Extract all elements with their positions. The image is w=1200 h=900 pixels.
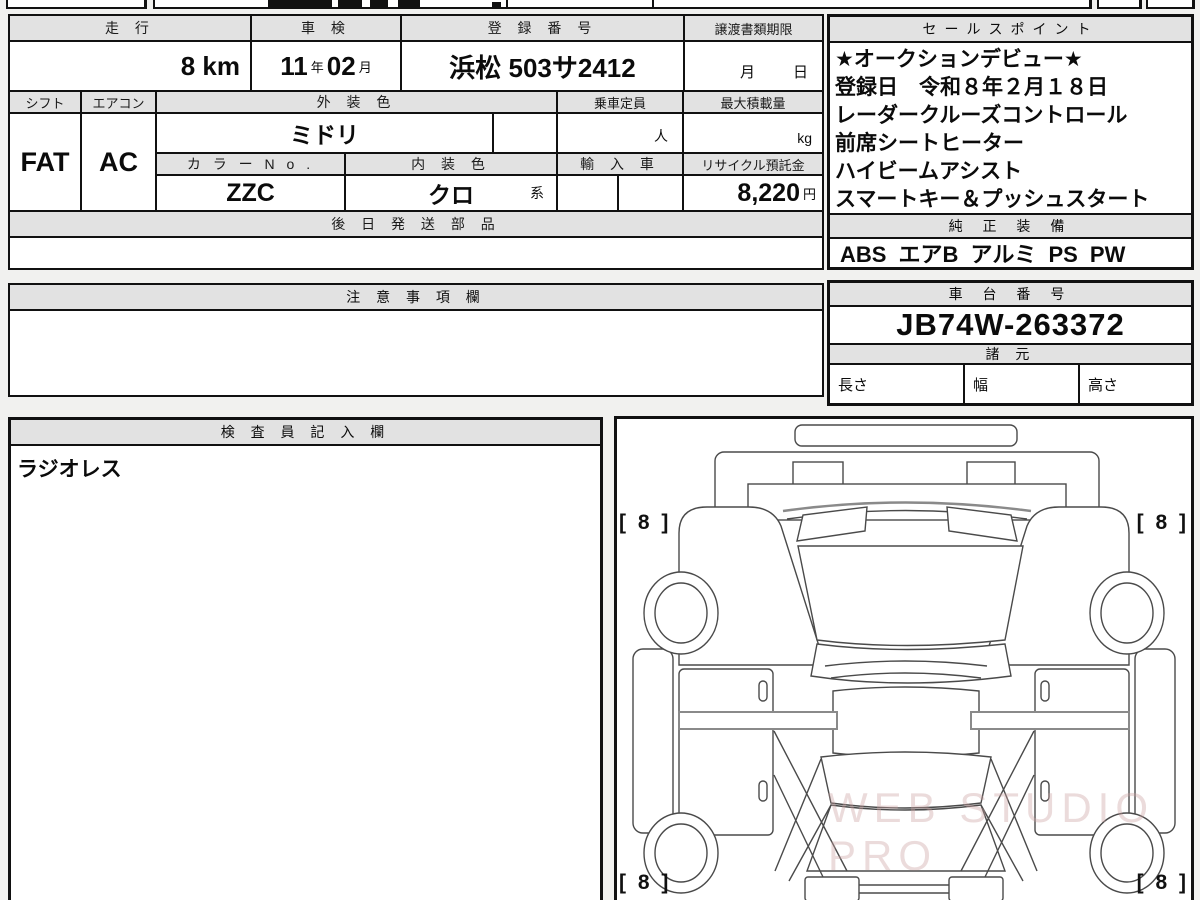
chassis-box: 車 台 番 号 JB74W-263372 諸 元 長さ 幅 高さ (827, 280, 1194, 406)
transfer-docs-header: 譲渡書類期限 (683, 14, 824, 42)
car-top-view-diagram (632, 424, 1176, 900)
aircon-header: エアコン (80, 90, 157, 114)
chassis-number-header: 車 台 番 号 (830, 283, 1191, 307)
aircon-value: AC (80, 112, 157, 212)
exterior-color-header: 外 装 色 (155, 90, 558, 114)
car-diagram-box: [ 8 ] [ 8 ] [ 8 ] [ 8 ] (614, 416, 1194, 900)
exterior-color-value: ミドリ (155, 112, 494, 154)
inspection-value: 11 年 02 月 (250, 40, 402, 92)
recycle-deposit-header: リサイクル預託金 (682, 152, 824, 176)
length-cell: 長さ (830, 365, 963, 403)
import-car-cell-1 (556, 174, 619, 212)
inspection-month-unit: 月 (358, 59, 372, 75)
recycle-unit: 円 (802, 186, 816, 202)
sales-point-line: 登録日 令和８年２月１８日 (835, 76, 1108, 99)
inspector-box: 検 査 員 記 入 欄 ラジオレス (8, 417, 603, 900)
recycle-deposit-value: 8,220 円 (682, 174, 824, 212)
height-label: 高さ (1088, 376, 1119, 394)
auction-sheet: 走 行 車 検 登 録 番 号 譲渡書類期限 8 km 11 年 02 月 浜松… (0, 0, 1200, 900)
sales-points-box: セールスポイント ★オークションデビュー★ 登録日 令和８年２月１８日 レーダー… (827, 14, 1194, 270)
sales-point-line: レーダークルーズコントロール (835, 104, 1128, 127)
tire-grade-front-right: [ 8 ] (1136, 511, 1189, 534)
registration-value: 浜松 503サ2412 (400, 40, 685, 92)
max-load-header: 最大積載量 (682, 90, 824, 114)
length-label: 長さ (838, 376, 869, 394)
inspector-header: 検 査 員 記 入 欄 (11, 420, 600, 446)
interior-color-text: クロ (428, 182, 474, 208)
inspection-month: 02 (326, 50, 356, 81)
tire-grade-rear-right: [ 8 ] (1136, 871, 1189, 894)
inspector-note: ラジオレス (17, 458, 122, 481)
recycle-amount: 8,220 (737, 178, 800, 207)
notes-header: 注 意 事 項 欄 (10, 285, 822, 311)
interior-color-header: 内 装 色 (344, 152, 558, 176)
later-parts-header: 後 日 発 送 部 品 (8, 210, 824, 238)
notes-content (10, 311, 822, 395)
exterior-color-subcell (492, 112, 558, 154)
tire-grade-front-left: [ 8 ] (619, 511, 672, 534)
inspection-year-unit: 年 (310, 59, 324, 75)
height-cell: 高さ (1078, 365, 1191, 403)
sales-point-line: 前席シートヒーター (835, 132, 1024, 155)
specs-row: 長さ 幅 高さ (830, 365, 1191, 403)
width-label: 幅 (973, 376, 989, 394)
color-no-header: カ ラ ー N o . (155, 152, 346, 176)
tire-grade-rear-left: [ 8 ] (619, 871, 672, 894)
shift-header: シフト (8, 90, 82, 114)
max-load-value: kg (682, 112, 824, 154)
transfer-docs-value: 月 日 (683, 40, 824, 92)
sales-point-line: ハイビームアシスト (835, 160, 1023, 183)
mileage-value: 8 km (8, 40, 252, 92)
sales-point-line: スマートキー＆プッシュスタート (835, 188, 1150, 211)
notes-box: 注 意 事 項 欄 (8, 283, 824, 397)
genuine-equipment-value: ABS エアB アルミ PS PW (840, 242, 1126, 267)
transfer-day-label: 日 (792, 64, 808, 81)
sales-points-header: セールスポイント (830, 17, 1191, 43)
chassis-number-value: JB74W-263372 (896, 307, 1125, 342)
capacity-header: 乗車定員 (556, 90, 684, 114)
interior-color-value: クロ 系 (344, 174, 558, 212)
inspection-header: 車 検 (250, 14, 402, 42)
capacity-value: 人 (556, 112, 684, 154)
later-parts-value (8, 236, 824, 270)
width-cell: 幅 (963, 365, 1078, 403)
specs-header: 諸 元 (830, 343, 1191, 365)
mileage-header: 走 行 (8, 14, 252, 42)
import-car-header: 輸 入 車 (556, 152, 684, 176)
interior-color-suffix: 系 (530, 185, 544, 201)
sales-points-list: ★オークションデビュー★ 登録日 令和８年２月１８日 レーダークルーズコントロー… (830, 43, 1191, 219)
inspection-year: 11 (280, 50, 308, 81)
shift-value: FAT (8, 112, 82, 212)
genuine-equipment-header: 純 正 装 備 (830, 213, 1191, 239)
transfer-month-label: 月 (739, 64, 755, 81)
color-no-value: ZZC (155, 174, 346, 212)
import-car-cell-2 (617, 174, 684, 212)
registration-header: 登 録 番 号 (400, 14, 685, 42)
sales-point-line: ★オークションデビュー★ (835, 48, 1083, 71)
